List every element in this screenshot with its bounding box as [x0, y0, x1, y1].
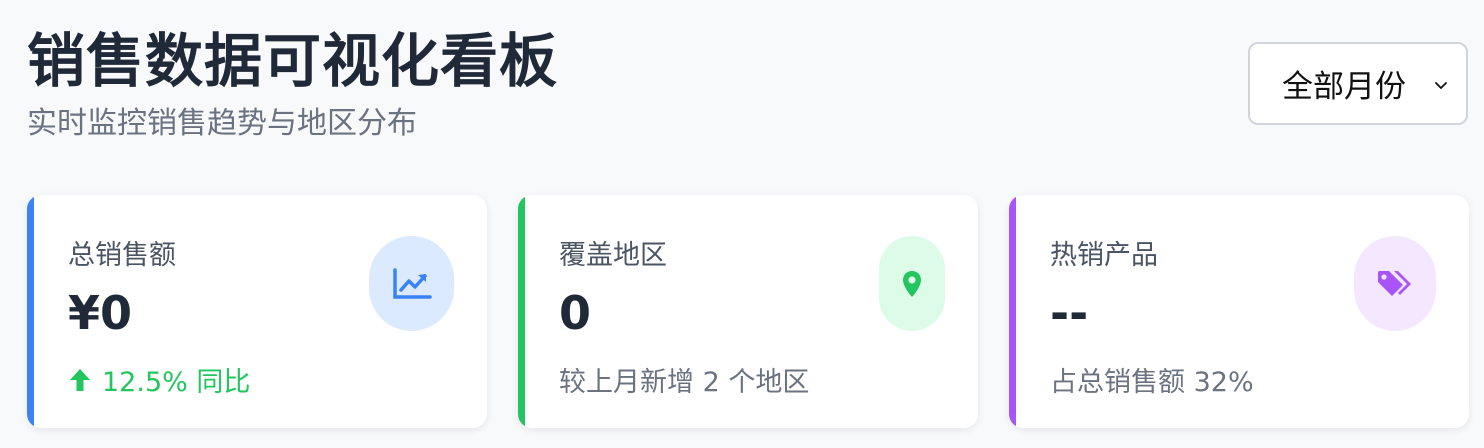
page-subtitle: 实时监控销售趋势与地区分布: [27, 106, 417, 141]
map-pin-icon: [879, 236, 945, 331]
card-footer-text: 较上月新增 2 个地区: [559, 367, 810, 398]
stat-card-coverage-regions: 覆盖地区 0 较上月新增 2 个地区: [518, 195, 978, 428]
card-accent-bar: [27, 195, 34, 428]
card-footer-text: 占总销售额 32%: [1050, 367, 1254, 398]
page-title: 销售数据可视化看板: [27, 27, 559, 95]
card-value: ¥0: [68, 286, 133, 340]
card-footer: 12.5% 同比: [68, 360, 250, 399]
card-footer: 占总销售额 32%: [1050, 360, 1254, 399]
page-header: 销售数据可视化看板 实时监控销售趋势与地区分布: [27, 22, 558, 144]
card-footer: 较上月新增 2 个地区: [559, 360, 809, 399]
chart-line-up-icon: [369, 236, 454, 331]
stat-card-total-sales: 总销售额 ¥0 12.5% 同比: [27, 195, 487, 428]
card-accent-bar: [1009, 195, 1016, 428]
card-value: --: [1050, 286, 1089, 340]
card-label: 总销售额: [68, 240, 176, 271]
arrow-up-icon: [70, 368, 90, 391]
stat-card-hot-products: 热销产品 -- 占总销售额 32%: [1009, 195, 1469, 428]
chevron-down-icon: [1435, 82, 1447, 89]
card-accent-bar: [518, 195, 525, 428]
card-label: 覆盖地区: [559, 240, 667, 271]
month-filter-value: 全部月份: [1282, 69, 1406, 105]
month-filter-select[interactable]: 全部月份: [1248, 42, 1468, 125]
card-label: 热销产品: [1050, 240, 1158, 271]
tags-icon: [1354, 236, 1436, 331]
card-footer-text: 12.5% 同比: [102, 367, 251, 398]
card-value: 0: [559, 286, 592, 340]
